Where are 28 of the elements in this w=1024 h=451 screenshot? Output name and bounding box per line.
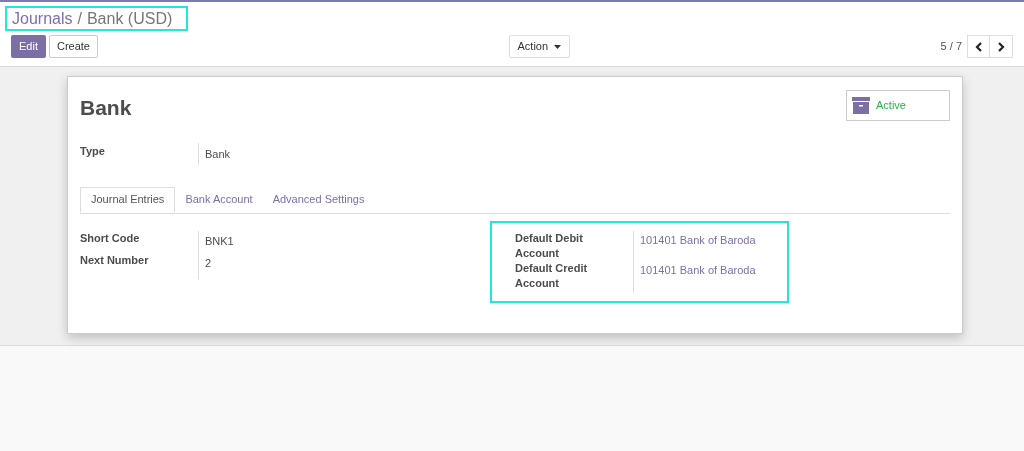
tab[interactable]: Journal Entries xyxy=(80,186,176,213)
account-link[interactable]: 101401 Bank of Baroda xyxy=(640,262,756,278)
tab[interactable]: Advanced Settings xyxy=(262,186,375,213)
active-toggle-button[interactable]: Active xyxy=(846,90,950,121)
breadcrumb-separator: / xyxy=(77,8,82,29)
pager-text: 5 / 7 xyxy=(940,39,962,55)
field-label: Type xyxy=(80,143,106,159)
next-button[interactable] xyxy=(990,35,1013,58)
breadcrumb-link[interactable]: Journals xyxy=(12,6,73,31)
previous-button[interactable] xyxy=(967,35,990,58)
field-label: Next Number xyxy=(80,252,150,267)
field-label: Short Code xyxy=(80,230,141,245)
field-value: BNK1 xyxy=(205,233,234,248)
tab[interactable]: Bank Account xyxy=(175,186,263,213)
field-value: Bank xyxy=(198,142,231,165)
archive-icon xyxy=(852,97,870,114)
chevron-right-icon xyxy=(997,41,1005,52)
breadcrumb-current: Bank (USD) xyxy=(86,8,173,29)
create-button[interactable]: Create xyxy=(48,35,98,58)
caret-icon xyxy=(554,44,562,49)
record-title: Bank xyxy=(80,95,132,121)
account-link[interactable]: 101401 Bank of Baroda xyxy=(640,232,756,248)
chevron-left-icon xyxy=(975,41,982,52)
field-label: Default Debit Account xyxy=(515,230,584,261)
field-value: 2 xyxy=(205,255,213,270)
action-dropdown[interactable]: Action xyxy=(508,35,571,58)
field-label: Default Credit Account xyxy=(515,260,589,291)
edit-button[interactable]: Edit xyxy=(11,35,46,58)
